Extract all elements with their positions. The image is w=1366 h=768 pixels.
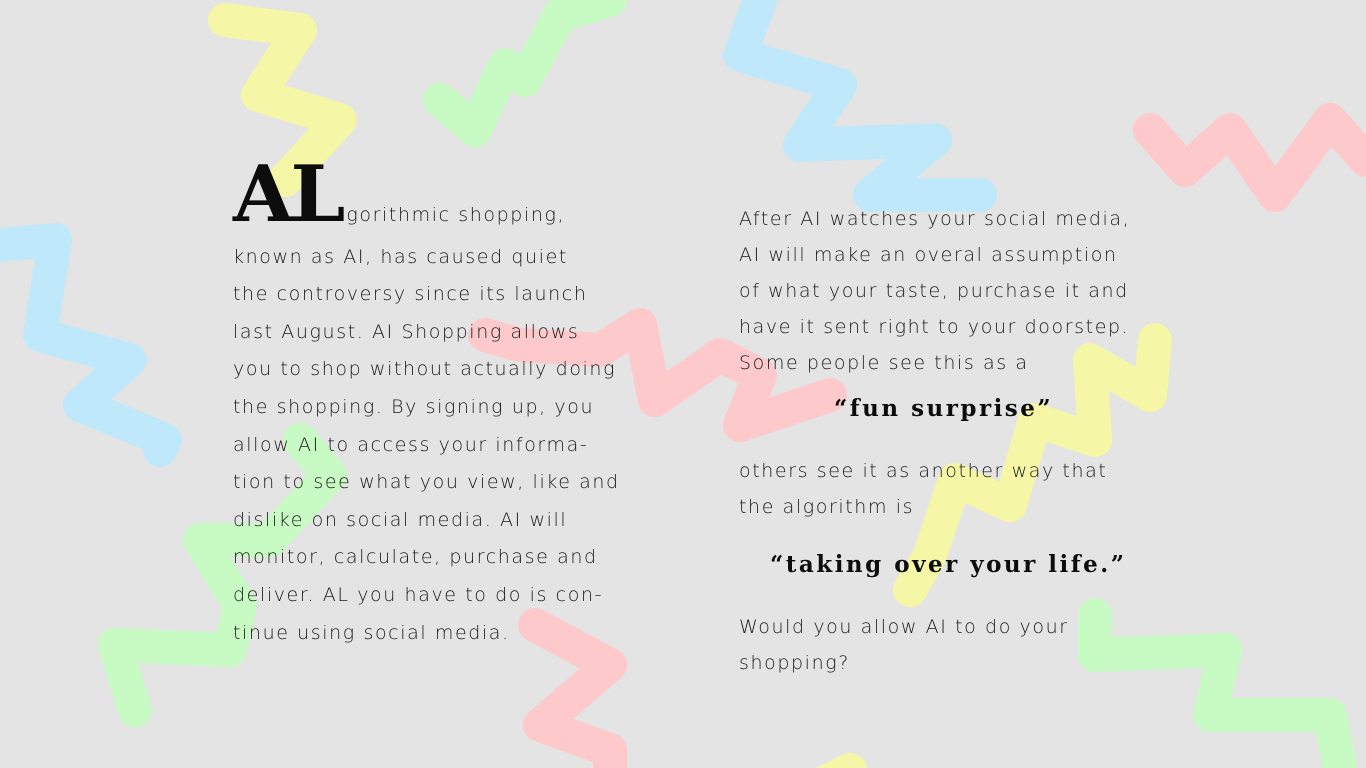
text-line: the algorithm is — [739, 496, 915, 518]
text-line: monitor, calculate, purchase and — [233, 546, 598, 568]
first-line-text: gorithmic shopping, — [346, 204, 566, 226]
text-line: shopping? — [739, 652, 850, 674]
text-line: of what your taste, purchase it and — [739, 280, 1129, 302]
text-line: others see it as another way that — [739, 460, 1108, 482]
text-line: known as AI, has caused quiet — [233, 246, 568, 268]
squiggle-green-right — [1078, 598, 1357, 768]
squiggle-pink-bottom — [518, 608, 627, 768]
text-line: allow AI to access your informa- — [233, 434, 589, 456]
text-line: Would you allow AI to do your — [739, 616, 1069, 638]
text-line: tion to see what you view, like and — [233, 471, 620, 493]
text-line: tinue using social media. — [233, 622, 510, 644]
text-line: the shopping. By signing up, you — [233, 396, 595, 418]
text-line: Some people see this as a — [739, 352, 1029, 374]
first-line: AL gorithmic shopping, — [233, 149, 566, 240]
squiggle-blue-left — [0, 223, 182, 467]
decorative-squiggles — [0, 0, 1366, 768]
pull-quote-fun-surprise: “fun surprise” — [834, 395, 1054, 422]
text-line: dislike on social media. AI will — [233, 509, 568, 531]
squiggle-pink-right — [1133, 103, 1366, 212]
drop-cap: AL — [233, 149, 345, 240]
text-line: last August. AI Shopping allows — [233, 321, 580, 343]
squiggle-green-top — [423, 0, 627, 147]
pull-quote-taking-over: “taking over your life.” — [770, 551, 1127, 578]
text-line: deliver. AL you have to do is con- — [233, 584, 604, 606]
text-line: the controversy since its launch — [233, 283, 588, 305]
text-line: After AI watches your social media, — [739, 208, 1131, 230]
text-line: AI will make an overal assumption — [739, 244, 1118, 266]
text-line: have it sent right to your doorstep. — [739, 316, 1130, 338]
squiggle-blue-top — [723, 0, 997, 212]
text-line: you to shop without actually doing — [233, 358, 617, 380]
